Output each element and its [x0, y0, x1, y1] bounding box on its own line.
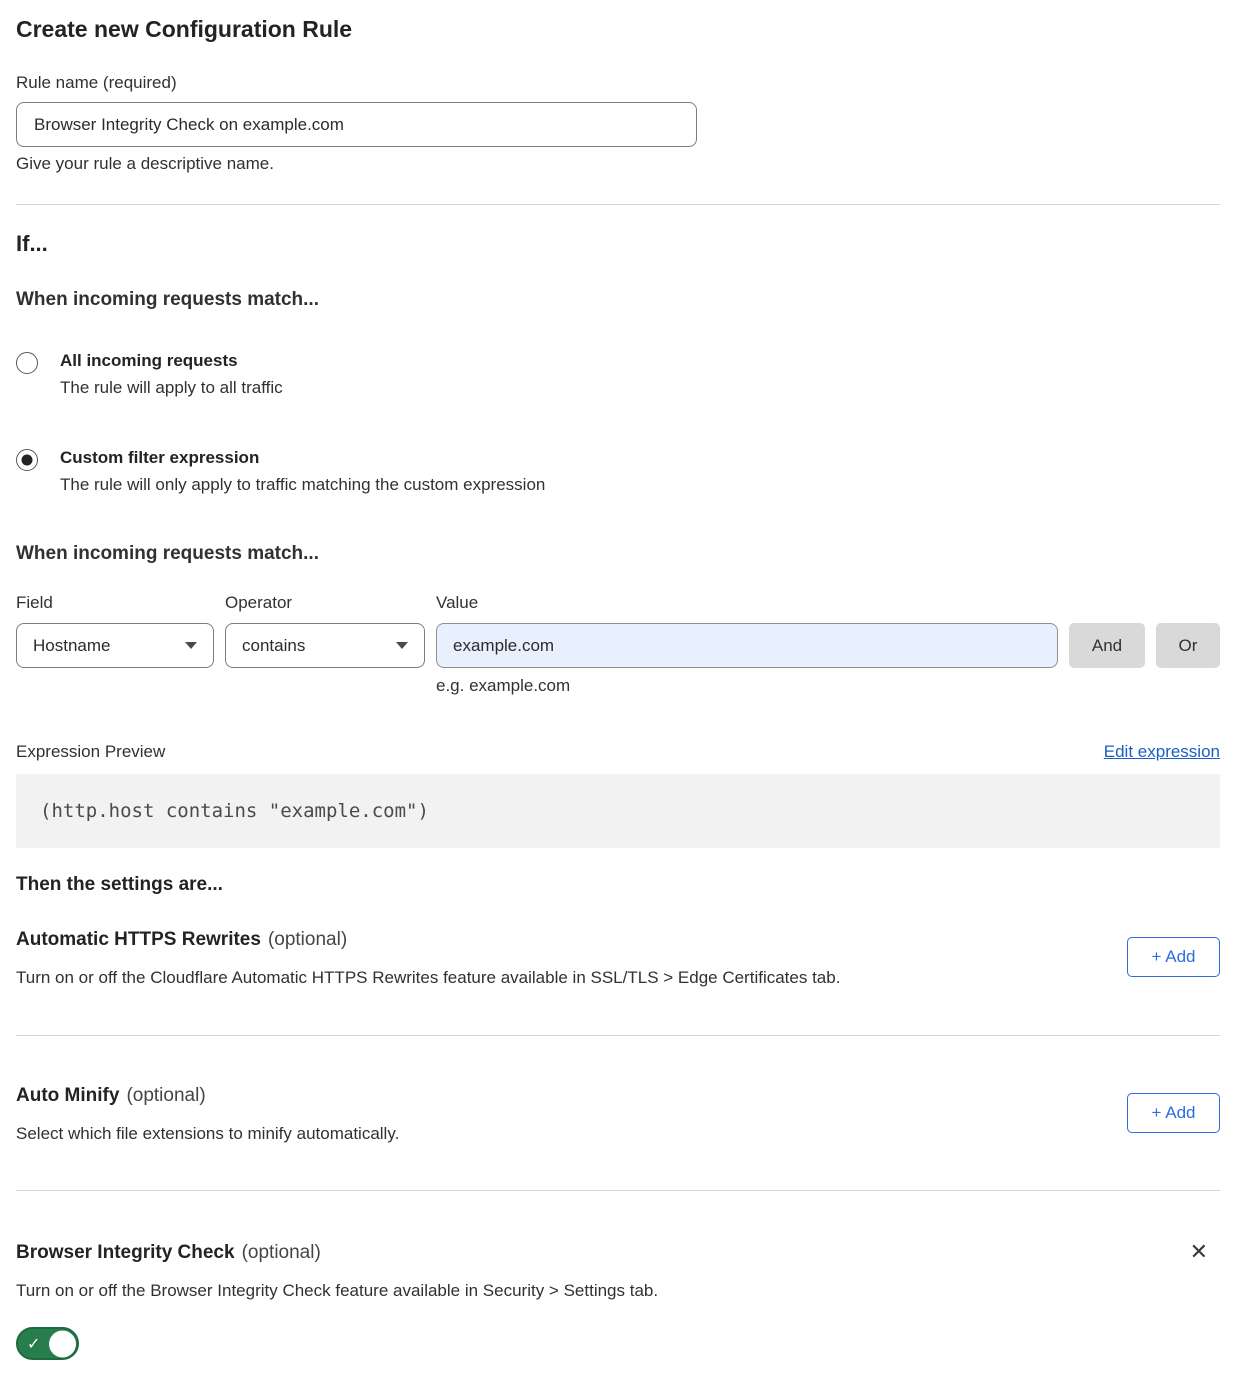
- check-icon: ✓: [27, 1334, 40, 1354]
- rule-name-label: Rule name (required): [16, 73, 1220, 93]
- setting-title-row: Automatic HTTPS Rewrites (optional): [16, 929, 1220, 951]
- radio-description: The rule will only apply to traffic matc…: [60, 475, 545, 495]
- expression-preview-label: Expression Preview: [16, 742, 165, 762]
- radio-option-custom-filter[interactable]: Custom filter expression The rule will o…: [16, 448, 1220, 495]
- add-auto-minify-button[interactable]: + Add: [1127, 1093, 1220, 1133]
- setting-browser-integrity-check: Browser Integrity Check (optional) ✕ Tur…: [16, 1242, 1220, 1360]
- setting-description: Turn on or off the Cloudflare Automatic …: [16, 968, 1220, 988]
- setting-title: Browser Integrity Check: [16, 1242, 235, 1264]
- match-type-radio-group: All incoming requests The rule will appl…: [16, 351, 1220, 495]
- setting-description: Turn on or off the Browser Integrity Che…: [16, 1281, 1220, 1301]
- radio-label[interactable]: All incoming requests: [60, 351, 283, 371]
- rule-name-helper: Give your rule a descriptive name.: [16, 154, 1220, 174]
- expression-preview-header: Expression Preview Edit expression: [16, 742, 1220, 762]
- radio-description: The rule will apply to all traffic: [60, 378, 283, 398]
- toggle-knob[interactable]: [49, 1330, 76, 1357]
- section-divider: [16, 1035, 1220, 1036]
- field-column-label: Field: [16, 593, 214, 613]
- and-button[interactable]: And: [1069, 623, 1145, 668]
- value-column-label: Value: [436, 593, 1220, 613]
- page-title: Create new Configuration Rule: [16, 16, 1220, 43]
- create-configuration-rule-form: Create new Configuration Rule Rule name …: [0, 16, 1237, 1360]
- chevron-down-icon: [185, 642, 197, 649]
- edit-expression-link[interactable]: Edit expression: [1104, 742, 1220, 762]
- radio-texts: All incoming requests The rule will appl…: [60, 351, 283, 398]
- add-automatic-https-rewrites-button[interactable]: + Add: [1127, 937, 1220, 977]
- section-divider: [16, 204, 1220, 205]
- radio-label[interactable]: Custom filter expression: [60, 448, 545, 468]
- rule-name-input[interactable]: [16, 102, 697, 147]
- if-heading: If...: [16, 231, 1220, 257]
- setting-title: Automatic HTTPS Rewrites: [16, 929, 261, 951]
- setting-optional-tag: (optional): [126, 1085, 205, 1107]
- chevron-down-icon: [396, 642, 408, 649]
- expression-builder: Field Operator Value Hostname contains A…: [16, 593, 1220, 696]
- radio-button[interactable]: [16, 352, 38, 374]
- radio-texts: Custom filter expression The rule will o…: [60, 448, 545, 495]
- close-icon[interactable]: ✕: [1190, 1242, 1208, 1264]
- setting-optional-tag: (optional): [268, 929, 347, 951]
- expression-preview-code: (http.host contains "example.com"): [16, 774, 1220, 848]
- field-select-value: Hostname: [33, 636, 110, 656]
- radio-option-all-requests[interactable]: All incoming requests The rule will appl…: [16, 351, 1220, 398]
- operator-select[interactable]: contains: [225, 623, 425, 668]
- section-divider: [16, 1190, 1220, 1191]
- setting-auto-minify: Auto Minify (optional) Select which file…: [16, 1085, 1220, 1144]
- value-input[interactable]: [436, 623, 1058, 668]
- settings-heading: Then the settings are...: [16, 874, 1220, 896]
- setting-title-row: Browser Integrity Check (optional): [16, 1242, 1220, 1264]
- operator-select-value: contains: [242, 636, 305, 656]
- setting-title-row: Auto Minify (optional): [16, 1085, 1220, 1107]
- match-heading: When incoming requests match...: [16, 289, 1220, 311]
- radio-button-selected[interactable]: [16, 449, 38, 471]
- expression-builder-heading: When incoming requests match...: [16, 543, 1220, 565]
- value-helper: e.g. example.com: [436, 676, 1058, 696]
- browser-integrity-check-toggle[interactable]: ✓: [16, 1327, 79, 1360]
- setting-description: Select which file extensions to minify a…: [16, 1124, 1220, 1144]
- or-button[interactable]: Or: [1156, 623, 1220, 668]
- setting-title: Auto Minify: [16, 1085, 119, 1107]
- setting-automatic-https-rewrites: Automatic HTTPS Rewrites (optional) Turn…: [16, 929, 1220, 988]
- operator-column-label: Operator: [225, 593, 425, 613]
- field-select[interactable]: Hostname: [16, 623, 214, 668]
- setting-optional-tag: (optional): [242, 1242, 321, 1264]
